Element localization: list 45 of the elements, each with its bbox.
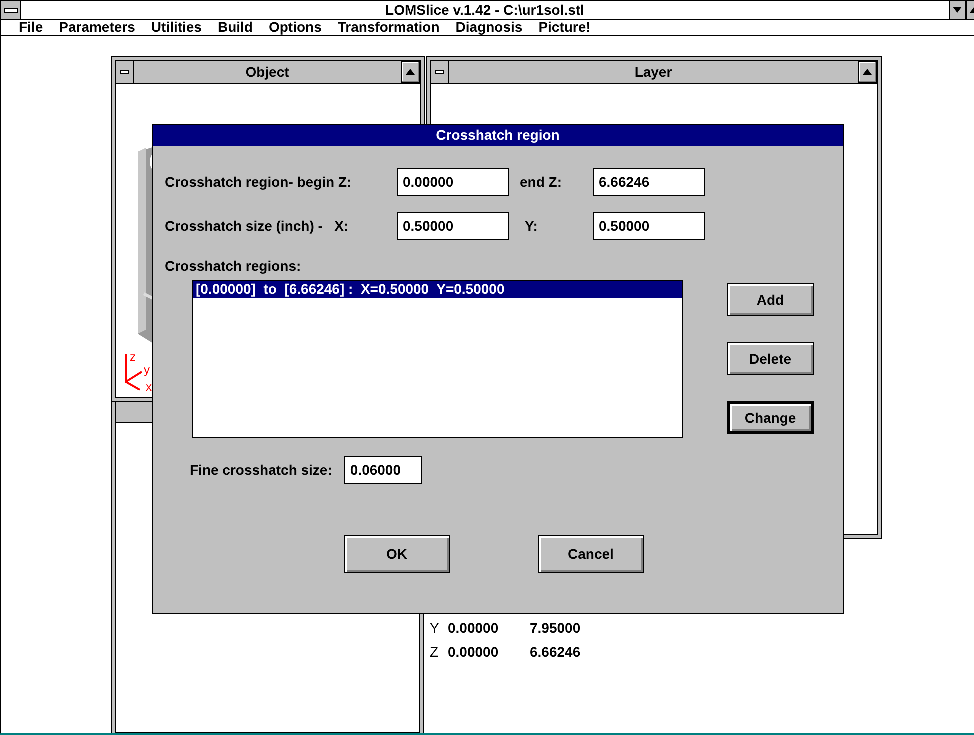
field-label: Crosshatch size (inch) - X: <box>165 218 350 234</box>
dialog-button[interactable]: Delete <box>727 342 814 375</box>
menu-item[interactable]: File <box>11 20 52 35</box>
field-label: Y: <box>524 218 539 234</box>
axis-label: x <box>146 380 152 392</box>
input-field[interactable]: 0.06000 <box>344 456 422 484</box>
menu-item[interactable]: Transformation <box>330 20 448 35</box>
dialog-button[interactable]: Add <box>727 283 814 316</box>
menu-item[interactable]: Diagnosis <box>448 20 531 35</box>
min-value: 0.00000 <box>448 644 500 660</box>
axis-name: Y <box>430 620 440 636</box>
dialog-button[interactable]: OK <box>344 535 450 573</box>
window-title: Object <box>244 63 290 82</box>
window-title: Layer <box>634 63 674 82</box>
max-value: 7.95000 <box>530 620 581 636</box>
minimize-button[interactable] <box>949 1 966 19</box>
system-menu-button[interactable] <box>1 1 21 19</box>
input-field[interactable]: 0.50000 <box>397 212 509 240</box>
down-triangle-icon <box>953 7 962 13</box>
menu-item[interactable]: Utilities <box>143 20 210 35</box>
field-label: end Z: <box>519 174 563 190</box>
list-item[interactable]: [0.00000] to [6.66246] : X=0.50000 Y=0.50000 <box>193 281 682 298</box>
dialog-title: Crosshatch region <box>153 125 843 146</box>
input-field[interactable]: 6.66246 <box>593 168 705 196</box>
axis-label: z <box>130 350 136 364</box>
dialog-button[interactable]: Change <box>727 401 814 434</box>
up-triangle-icon <box>406 69 415 75</box>
window-title: LOMSlice v.1.42 - C:\ur1sol.stl <box>384 1 586 19</box>
input-field[interactable]: 0.00000 <box>397 168 509 196</box>
dialog-button[interactable]: Cancel <box>538 535 644 573</box>
axes-icon <box>125 353 143 391</box>
input-field[interactable]: 0.50000 <box>593 212 705 240</box>
min-value: 0.00000 <box>448 620 500 636</box>
menu-item[interactable]: Options <box>260 20 330 35</box>
region-list[interactable]: [0.00000] to [6.66246] : X=0.50000 Y=0.50000 <box>192 280 683 438</box>
menu-item[interactable]: Picture! <box>530 20 599 35</box>
field-label: Fine crosshatch size: <box>190 462 332 478</box>
list-label: Crosshatch regions: <box>165 258 302 274</box>
axis-label: y <box>144 363 150 377</box>
max-value: 6.66246 <box>530 644 581 660</box>
menu-item[interactable]: Build <box>210 20 261 35</box>
up-triangle-icon <box>863 69 872 75</box>
field-label: Crosshatch region- begin Z: <box>165 174 353 190</box>
menu-item[interactable]: Parameters <box>51 20 144 35</box>
axis-name: Z <box>430 644 440 660</box>
